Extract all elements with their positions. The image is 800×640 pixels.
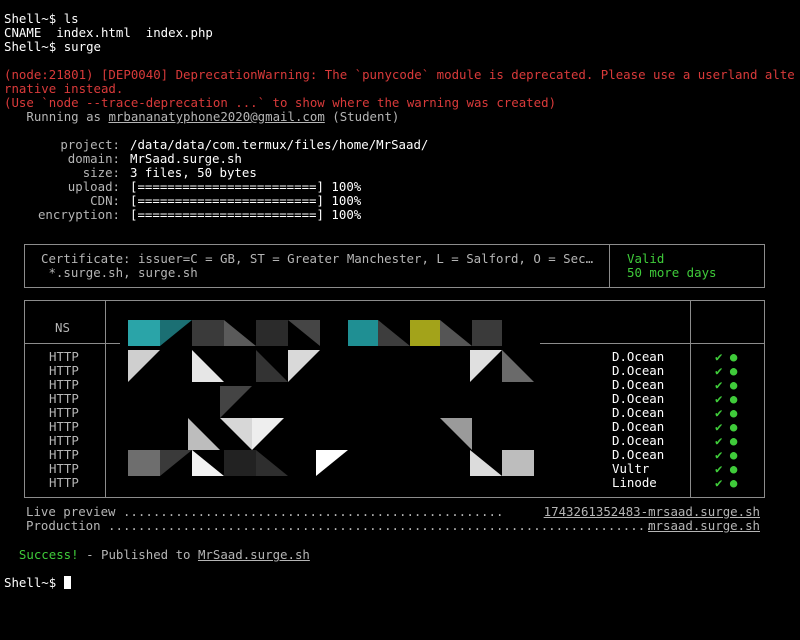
provider-name: D.Ocean xyxy=(612,447,665,462)
check-icon: ✔ ● xyxy=(715,363,738,378)
record-type: HTTP xyxy=(49,405,79,420)
text-cursor xyxy=(63,576,71,589)
success-line: Success! - Published to MrSaad.surge.sh xyxy=(18,547,310,562)
check-icon: ✔ ● xyxy=(715,419,738,434)
record-type: HTTP xyxy=(49,377,79,392)
record-type: HTTP xyxy=(49,461,79,476)
record-type: HTTP xyxy=(49,363,79,378)
project-row: project:/data/data/com.termux/files/home… xyxy=(60,137,429,152)
size-value: 3 files, 50 bytes xyxy=(130,165,257,180)
published-link[interactable]: MrSaad.surge.sh xyxy=(198,547,310,562)
check-icon: ✔ ● xyxy=(715,433,738,448)
check-icon: ✔ ● xyxy=(715,475,738,490)
ns-header: NS xyxy=(55,320,70,335)
command-text: surge xyxy=(63,39,101,54)
provider-name: D.Ocean xyxy=(612,405,665,420)
encryption-progress: [========================] 100% xyxy=(130,207,362,222)
certificate-details: Certificate: issuer=C = GB, ST = Greater… xyxy=(25,245,610,287)
provider-name: D.Ocean xyxy=(612,363,665,378)
upload-progress: [========================] 100% xyxy=(130,179,362,194)
check-icon: ✔ ● xyxy=(715,447,738,462)
upload-row: upload: [========================] 100% xyxy=(67,179,362,194)
production-link[interactable]: mrsaad.surge.sh xyxy=(648,519,760,533)
size-row: size: 3 files, 50 bytes xyxy=(82,165,257,180)
shell-prompt: Shell~$ xyxy=(4,575,57,590)
check-icon: ✔ ● xyxy=(715,377,738,392)
domain-value: MrSaad.surge.sh xyxy=(130,151,242,166)
terminal-output: Shell~$ ls CNAME index.html index.php Sh… xyxy=(4,12,800,222)
certificate-box: Certificate: issuer=C = GB, ST = Greater… xyxy=(24,244,765,288)
provider-name: Vultr xyxy=(612,461,650,476)
domain-row: domain: MrSaad.surge.sh xyxy=(67,151,242,166)
record-type: HTTP xyxy=(49,349,79,364)
live-preview-link[interactable]: 1743261352483-mrsaad.surge.sh xyxy=(544,505,760,519)
record-type: HTTP xyxy=(49,419,79,434)
account-email: mrbananatyphone2020@gmail.com xyxy=(108,109,325,124)
provider-name: D.Ocean xyxy=(612,419,665,434)
check-icon: ✔ ● xyxy=(715,461,738,476)
provider-name: D.Ocean xyxy=(612,433,665,448)
ls-output: CNAME index.html index.php xyxy=(4,25,213,40)
redaction-mosaic xyxy=(120,312,540,490)
shell-prompt: Shell~$ xyxy=(4,11,57,26)
certificate-status: Valid 50 more days xyxy=(627,252,717,280)
provider-name: D.Ocean xyxy=(612,349,665,364)
check-icon: ✔ ● xyxy=(715,391,738,406)
production-row: Production .............................… xyxy=(26,518,760,533)
check-icon: ✔ ● xyxy=(715,405,738,420)
running-as-line: Running as mrbananatyphone2020@gmail.com… xyxy=(26,109,400,124)
success-label: Success! xyxy=(18,547,79,562)
record-type: HTTP xyxy=(49,475,79,490)
final-output: Success! - Published to MrSaad.surge.sh … xyxy=(4,548,800,590)
provider-name: D.Ocean xyxy=(612,377,665,392)
deprecation-warning: (node:21801) [DEP0040] DeprecationWarnin… xyxy=(4,67,795,82)
record-type: HTTP xyxy=(49,433,79,448)
certificate-remaining: 50 more days xyxy=(627,265,717,280)
shell-prompt: Shell~$ xyxy=(4,39,57,54)
cdn-progress: [========================] 100% xyxy=(130,193,362,208)
record-type: HTTP xyxy=(49,447,79,462)
provider-name: Linode xyxy=(612,475,657,490)
live-preview-row: Live preview ...........................… xyxy=(26,504,760,519)
command-line-surge: Shell~$ surge xyxy=(4,40,800,54)
check-icon: ✔ ● xyxy=(715,349,738,364)
project-path: /data/data/com.termux/files/home/MrSaad/ xyxy=(130,137,429,152)
provider-name: D.Ocean xyxy=(612,391,665,406)
certificate-issuer: Certificate: issuer=C = GB, ST = Greater… xyxy=(41,251,594,266)
deploy-links: Live preview ...........................… xyxy=(26,505,760,533)
command-line-input[interactable]: Shell~$ xyxy=(4,576,800,590)
command-text: ls xyxy=(63,11,79,26)
certificate-domains: *.surge.sh, surge.sh xyxy=(48,265,198,280)
deprecation-warning-cont: rnative instead. xyxy=(4,81,124,96)
record-type: HTTP xyxy=(49,391,79,406)
deprecation-hint: (Use `node --trace-deprecation ...` to s… xyxy=(4,95,557,110)
cdn-row: CDN: [========================] 100% xyxy=(90,193,362,208)
certificate-valid: Valid xyxy=(627,251,665,266)
command-line-ls: Shell~$ ls xyxy=(4,12,800,26)
encryption-row: encryption: [========================] 10… xyxy=(37,207,362,222)
